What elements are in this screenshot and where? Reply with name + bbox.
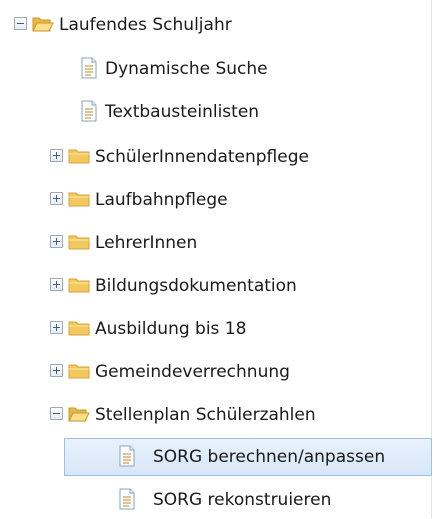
folder-open-icon — [32, 17, 54, 32]
tree-node-gemeindeverrechnung[interactable]: Gemeindeverrechnung — [0, 353, 431, 391]
document-icon — [119, 445, 135, 467]
tree-node-schuelerinnendatenpflege[interactable]: SchülerInnendatenpflege — [0, 138, 431, 176]
expand-toggle-icon[interactable] — [50, 192, 63, 205]
document-icon — [119, 488, 135, 510]
expand-toggle-icon[interactable] — [50, 321, 63, 334]
expand-toggle-icon[interactable] — [50, 235, 63, 248]
folder-icon — [68, 321, 90, 336]
folder-icon — [68, 364, 90, 379]
collapse-toggle-icon[interactable] — [50, 407, 63, 420]
tree-node-label: Gemeindeverrechnung — [95, 362, 290, 382]
tree-node-ausbildung-bis-18[interactable]: Ausbildung bis 18 — [0, 310, 431, 348]
tree-node-stellenplan-schuelerzahlen[interactable]: Stellenplan Schülerzahlen — [0, 396, 431, 434]
tree-node-label: LehrerInnen — [95, 233, 198, 253]
tree-node-label: Ausbildung bis 18 — [95, 319, 247, 339]
expand-toggle-icon[interactable] — [50, 278, 63, 291]
document-icon — [81, 57, 97, 79]
tree-node-label: SORG rekonstruieren — [153, 490, 332, 510]
expand-toggle-icon[interactable] — [50, 364, 63, 377]
tree-node-label: Laufbahnpflege — [95, 190, 228, 210]
tree-node-sorg-rekonstruieren[interactable]: SORG rekonstruieren — [0, 481, 431, 519]
tree-node-laufendes-schuljahr[interactable]: Laufendes Schuljahr — [0, 6, 431, 44]
tree-node-sorg-berechnen-anpassen[interactable]: SORG berechnen/anpassen — [0, 438, 431, 476]
folder-icon — [68, 149, 90, 164]
tree-node-bildungsdokumentation[interactable]: Bildungsdokumentation — [0, 267, 431, 305]
tree-node-label: Bildungsdokumentation — [95, 276, 297, 296]
expand-toggle-icon[interactable] — [50, 149, 63, 162]
tree-node-label: SchülerInnendatenpflege — [95, 147, 309, 167]
tree-node-label: Stellenplan Schülerzahlen — [95, 405, 316, 425]
tree-node-laufbahnpflege[interactable]: Laufbahnpflege — [0, 181, 431, 219]
collapse-toggle-icon[interactable] — [14, 17, 27, 30]
tree-node-label: Dynamische Suche — [105, 59, 268, 79]
document-icon — [81, 100, 97, 122]
tree-node-label: Laufendes Schuljahr — [59, 15, 232, 35]
folder-open-icon — [68, 407, 90, 422]
folder-icon — [68, 278, 90, 293]
tree-node-lehrerinnen[interactable]: LehrerInnen — [0, 224, 431, 262]
tree-node-label: Textbausteinlisten — [105, 102, 260, 122]
tree-node-dynamische-suche[interactable]: Dynamische Suche — [0, 50, 431, 88]
tree-node-textbausteinlisten[interactable]: Textbausteinlisten — [0, 93, 431, 131]
folder-icon — [68, 192, 90, 207]
folder-icon — [68, 235, 90, 250]
navigation-tree: Laufendes Schuljahr Dynamische Suche Tex… — [0, 0, 436, 518]
tree-node-label: SORG berechnen/anpassen — [153, 447, 386, 467]
